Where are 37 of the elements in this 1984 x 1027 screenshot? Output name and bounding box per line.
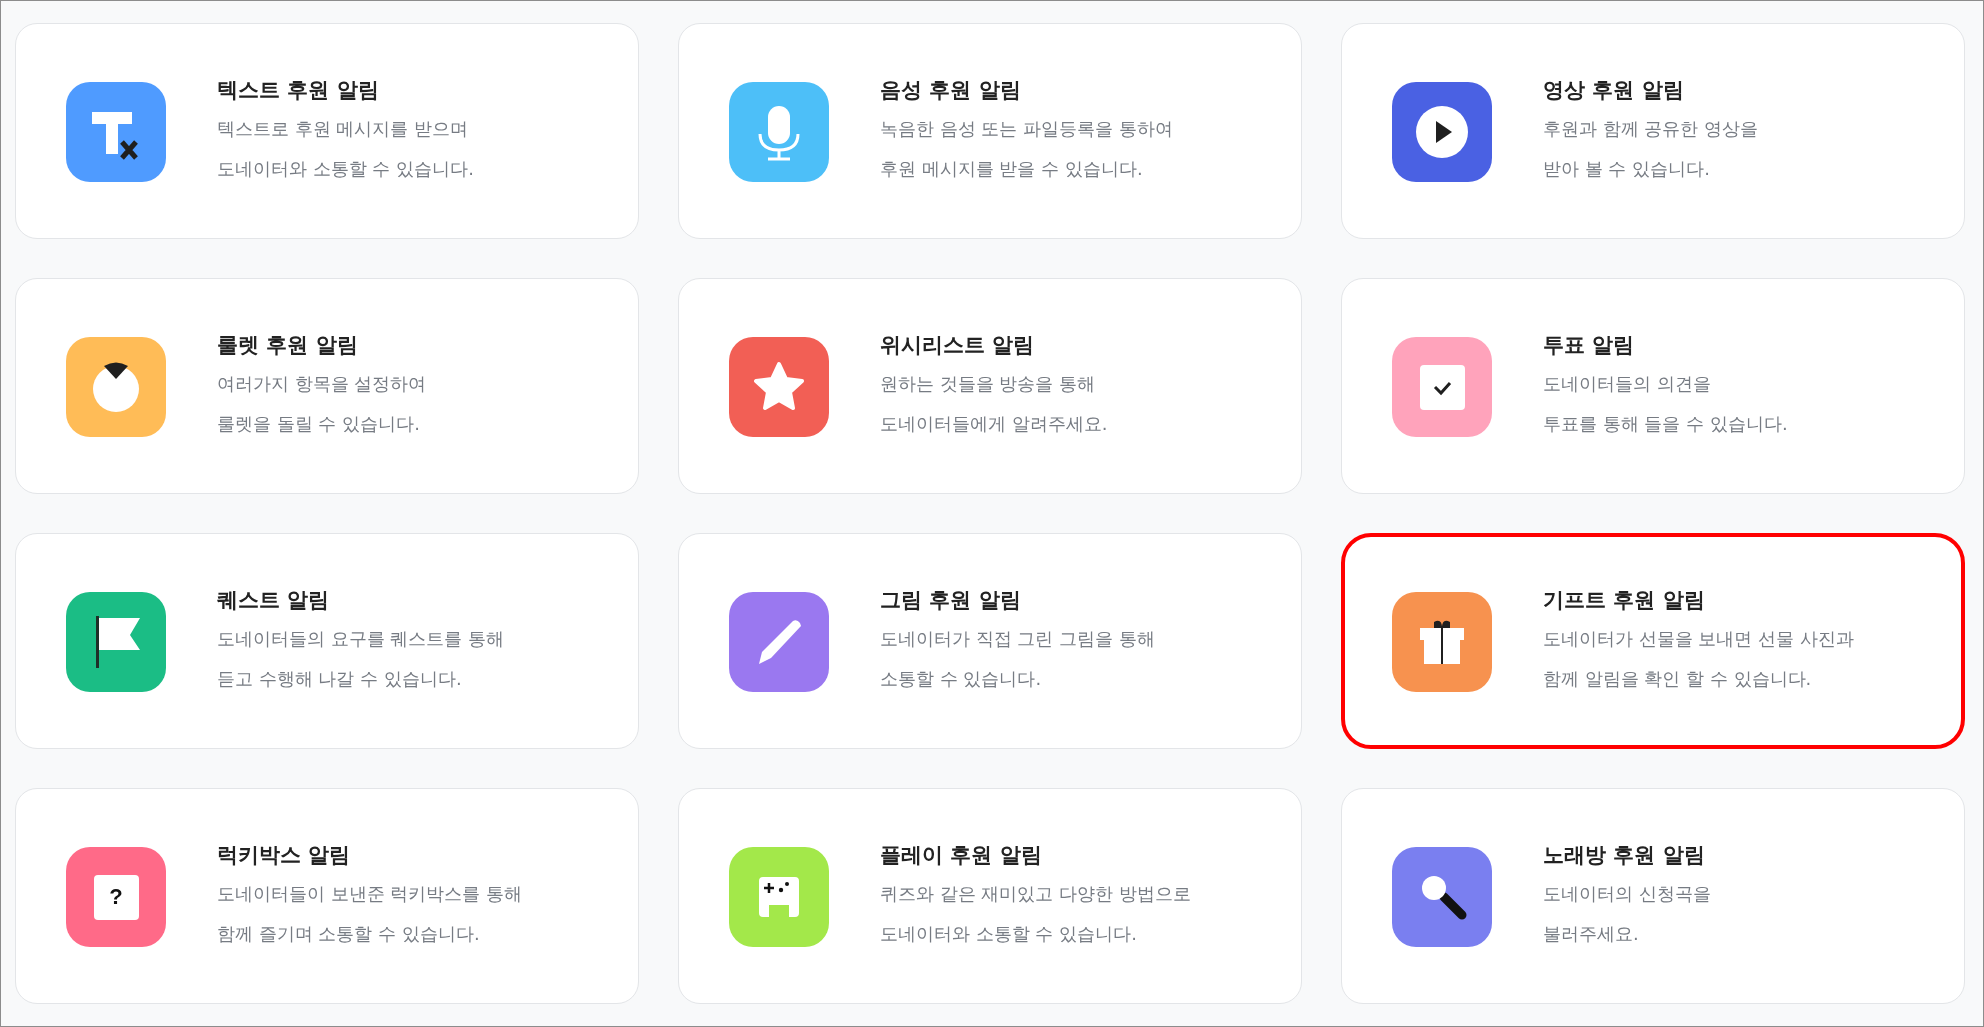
alert-card[interactable]: 퀘스트 알림 도네이터들의 요구를 퀘스트를 통해 듣고 수행해 나갈 수 있습니다.: [15, 533, 639, 749]
card-title: 음성 후원 알림: [880, 77, 1022, 104]
card-title: 그림 후원 알림: [880, 587, 1022, 614]
question-mark-icon: ?: [66, 847, 166, 947]
card-description: 텍스트로 후원 메시지를 받으며 도네이터와 소통할 수 있습니다.: [217, 117, 474, 181]
card-description: 후원과 함께 공유한 영상을 받아 볼 수 있습니다.: [1543, 117, 1759, 181]
card-description: 원하는 것들을 방송을 통해 도네이터들에게 알려주세요.: [880, 372, 1108, 436]
card-title: 투표 알림: [1543, 332, 1636, 359]
alert-card[interactable]: 위시리스트 알림 원하는 것들을 방송을 통해 도네이터들에게 알려주세요.: [678, 278, 1302, 494]
alert-card[interactable]: ? 럭키박스 알림 도네이터들이 보낸준 럭키박스를 통해 함께 즐기며 소통할 수 있습니다.: [15, 788, 639, 1004]
card-description: 도네이터들이 보낸준 럭키박스를 통해 함께 즐기며 소통할 수 있습니다.: [217, 882, 523, 946]
card-description: 여러가지 항목을 설정하여 룰렛을 돌릴 수 있습니다.: [217, 372, 427, 436]
card-title: 노래방 후원 알림: [1543, 842, 1706, 869]
alert-card[interactable]: 영상 후원 알림 후원과 함께 공유한 영상을 받아 볼 수 있습니다.: [1341, 23, 1965, 239]
alert-card[interactable]: 플레이 후원 알림 퀴즈와 같은 재미있고 다양한 방법으로 도네이터와 소통할 수 있습니다.: [678, 788, 1302, 1004]
card-title: 위시리스트 알림: [880, 332, 1036, 359]
card-title: 기프트 후원 알림: [1543, 587, 1706, 614]
card-description: 도네이터들의 의견을 투표를 통해 들을 수 있습니다.: [1543, 372, 1788, 436]
alert-card[interactable]: 텍스트 후원 알림 텍스트로 후원 메시지를 받으며 도네이터와 소통할 수 있습니다.: [15, 23, 639, 239]
alert-card[interactable]: 룰렛 후원 알림 여러가지 항목을 설정하여 룰렛을 돌릴 수 있습니다.: [15, 278, 639, 494]
card-description: 도네이터가 직접 그린 그림을 통해 소통할 수 있습니다.: [880, 627, 1155, 691]
card-title: 럭키박스 알림: [217, 842, 352, 869]
card-title: 텍스트 후원 알림: [217, 77, 380, 104]
card-title: 영상 후원 알림: [1543, 77, 1685, 104]
card-title: 퀘스트 알림: [217, 587, 331, 614]
card-description: 도네이터의 신청곡을 불러주세요.: [1543, 882, 1711, 946]
card-description: 도네이터가 선물을 보내면 선물 사진과 함께 알림을 확인 할 수 있습니다.: [1543, 627, 1854, 691]
alert-card[interactable]: 투표 알림 도네이터들의 의견을 투표를 통해 들을 수 있습니다.: [1341, 278, 1965, 494]
alert-card[interactable]: 노래방 후원 알림 도네이터의 신청곡을 불러주세요.: [1341, 788, 1965, 1004]
alert-card[interactable]: 기프트 후원 알림 도네이터가 선물을 보내면 선물 사진과 함께 알림을 확인 할 수 있습니다.: [1341, 533, 1965, 749]
card-description: 녹음한 음성 또는 파일등록을 통하여 후원 메시지를 받을 수 있습니다.: [880, 117, 1173, 181]
card-title: 룰렛 후원 알림: [217, 332, 359, 359]
alert-card[interactable]: 그림 후원 알림 도네이터가 직접 그린 그림을 통해 소통할 수 있습니다.: [678, 533, 1302, 749]
alert-card[interactable]: 음성 후원 알림 녹음한 음성 또는 파일등록을 통하여 후원 메시지를 받을 수 있습니다.: [678, 23, 1302, 239]
card-description: 도네이터들의 요구를 퀘스트를 통해 듣고 수행해 나갈 수 있습니다.: [217, 627, 505, 691]
card-description: 퀴즈와 같은 재미있고 다양한 방법으로 도네이터와 소통할 수 있습니다.: [880, 882, 1191, 946]
card-title: 플레이 후원 알림: [880, 842, 1043, 869]
